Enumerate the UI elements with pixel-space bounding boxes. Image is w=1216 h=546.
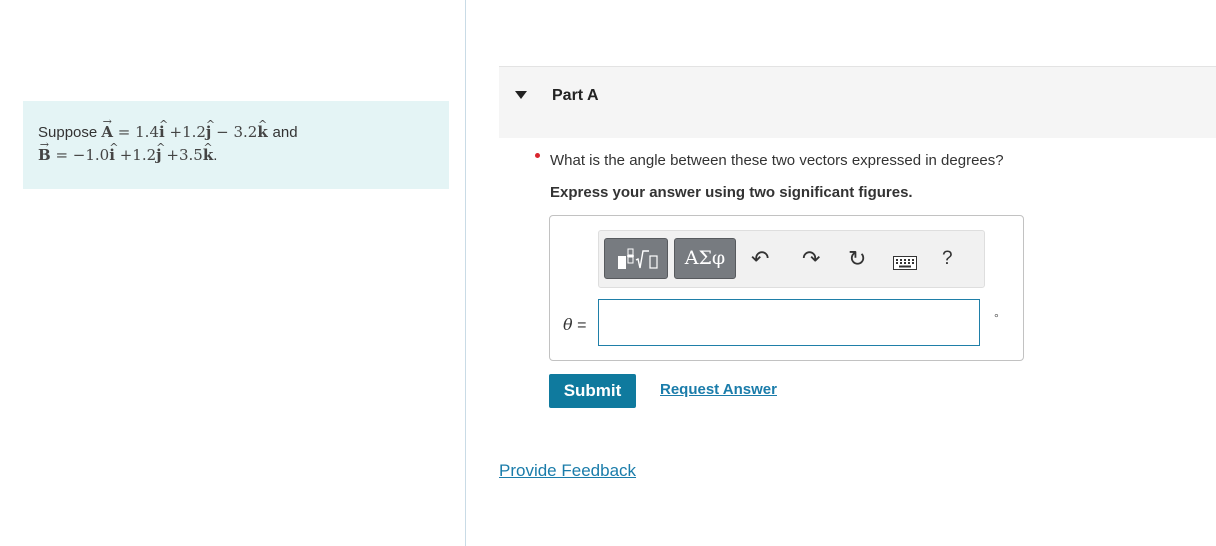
answer-box: ΑΣφ ↶ ↷ ↻ ? θ = ° [549, 215, 1024, 361]
degree-unit: ° [994, 311, 999, 325]
equals-sign: = [577, 317, 587, 334]
vector-a-line: Suppose A = 1.4i +1.2j − 3.2k and [38, 121, 449, 144]
undo-icon[interactable]: ↶ [751, 247, 769, 271]
part-title: Part A [552, 87, 599, 104]
vector-b-expression: B = −1.0i +1.2j +3.5k [38, 146, 213, 164]
theta-symbol: θ [563, 315, 573, 334]
unit-i-hat: i [109, 146, 115, 164]
problem-statement: Suppose A = 1.4i +1.2j − 3.2k and B = −1… [23, 101, 449, 189]
vector-b-line: B = −1.0i +1.2j +3.5k. [38, 144, 449, 167]
redo-icon[interactable]: ↷ [802, 247, 820, 271]
required-bullet-icon [535, 153, 540, 158]
templates-button[interactable] [604, 238, 668, 279]
provide-feedback-link[interactable]: Provide Feedback [499, 461, 636, 481]
collapse-triangle-icon[interactable] [515, 91, 527, 99]
column-divider [465, 0, 466, 546]
greek-symbols-button[interactable]: ΑΣφ [674, 238, 736, 279]
submit-button[interactable]: Submit [549, 374, 636, 408]
unit-k-hat: k [257, 123, 267, 141]
templates-icon [618, 248, 658, 269]
request-answer-link[interactable]: Request Answer [660, 381, 777, 398]
vector-b-symbol: B [38, 144, 51, 166]
answer-input[interactable] [598, 299, 980, 346]
unit-k-hat: k [203, 146, 213, 164]
reset-icon[interactable]: ↻ [848, 247, 866, 271]
unit-j-hat: j [156, 146, 161, 164]
answer-label: θ = [563, 315, 586, 335]
instruction-text: Express your answer using two significan… [550, 184, 913, 201]
part-a-header[interactable]: Part A [499, 66, 1216, 138]
question-text: What is the angle between these two vect… [550, 152, 1004, 169]
period-text: . [213, 147, 218, 164]
math-toolbar: ΑΣφ ↶ ↷ ↻ ? [598, 230, 985, 288]
vector-a-expression: A = 1.4i +1.2j − 3.2k [101, 123, 272, 141]
and-text: and [272, 124, 298, 141]
help-button[interactable]: ? [942, 247, 953, 271]
keyboard-icon[interactable] [893, 256, 917, 275]
